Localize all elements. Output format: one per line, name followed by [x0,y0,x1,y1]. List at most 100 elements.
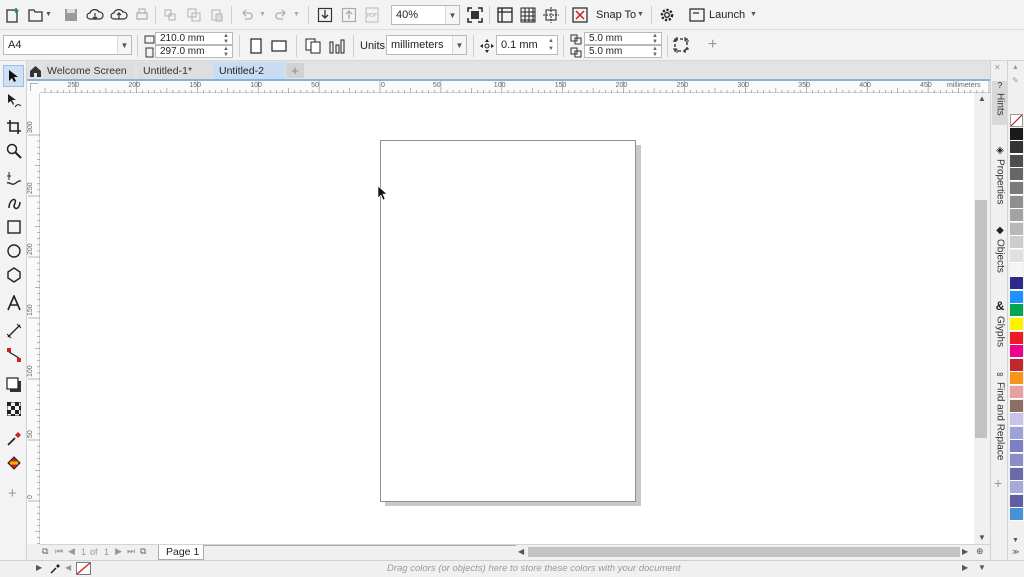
palette-menu-icon[interactable]: ≫ [1012,548,1019,556]
crop-tool-icon[interactable] [3,116,24,138]
current-page-icon[interactable] [328,37,346,55]
zoom-navigator-icon[interactable]: ⊕ [976,546,984,557]
new-document-icon[interactable] [4,6,22,24]
tab-glyphs[interactable]: & Glyphs [992,299,1008,347]
export-icon[interactable] [340,6,358,24]
tab-find-and-replace[interactable]: ∞ Find and Replace [992,369,1008,460]
palette-prev-icon[interactable]: ◀ [65,563,71,572]
shape-tool-icon[interactable] [3,90,24,112]
color-swatch[interactable] [1010,372,1023,386]
treat-as-filled-icon[interactable] [672,36,690,54]
color-swatch[interactable] [1010,263,1023,277]
color-swatch[interactable] [1010,114,1023,127]
page-tab[interactable]: Page 1 [158,545,204,560]
color-swatch[interactable] [1010,195,1023,209]
drawing-page[interactable] [380,140,636,502]
increment-icon[interactable]: ▲ [545,38,557,44]
duplicate-x-input[interactable]: 5.0 mm ▲ ▼ [584,32,662,45]
launch-icon[interactable] [688,6,706,24]
drop-shadow-icon[interactable] [3,374,24,396]
color-swatch[interactable] [1010,358,1023,372]
snap-dropdown-icon[interactable]: ▼ [637,11,644,18]
units-select[interactable]: millimeters ▼ [386,35,467,55]
undo-icon[interactable] [239,7,255,23]
full-screen-preview-icon[interactable] [466,6,484,24]
palette-next-icon[interactable]: ▶ [962,563,968,572]
show-grid-icon[interactable] [519,6,537,24]
color-swatch[interactable] [1010,426,1023,440]
snap-to-icon[interactable] [571,6,589,24]
color-swatch[interactable] [1010,494,1023,508]
close-icon[interactable]: ✕ [994,63,1001,72]
landscape-icon[interactable] [270,37,288,55]
print-icon[interactable] [134,7,150,23]
color-swatch[interactable] [1010,141,1023,155]
undo-dropdown-icon[interactable]: ▼ [259,11,266,18]
palette-scroll-down-icon[interactable]: ▼ [1012,537,1019,544]
decrement-icon[interactable]: ▼ [649,52,661,58]
paste-icon[interactable] [209,7,225,23]
next-page-icon[interactable]: ▶ [115,546,122,557]
vertical-ruler[interactable]: 300 250 200 150 100 50 0 [27,93,40,544]
no-color-swatch[interactable] [76,562,91,575]
add-tool-icon[interactable]: + [8,485,17,502]
first-page-icon[interactable]: ⏮ [55,546,63,557]
publish-pdf-icon[interactable]: PDF [363,6,381,24]
copy-icon[interactable] [186,7,202,23]
color-swatch[interactable] [1010,304,1023,318]
decrement-icon[interactable]: ▼ [545,46,557,52]
vertical-scroll-thumb[interactable] [975,200,987,438]
cloud-download-icon[interactable] [86,7,104,23]
ellipse-tool-icon[interactable] [3,240,24,262]
decrement-icon[interactable]: ▼ [220,52,232,58]
zoom-tool-icon[interactable] [3,140,24,162]
add-preset-icon[interactable]: + [708,36,717,54]
tab-properties[interactable]: ◈ Properties [992,145,1008,205]
horizontal-scroll-thumb[interactable] [528,547,960,557]
launch-label[interactable]: Launch [709,9,745,21]
color-swatch[interactable] [1010,209,1023,223]
ruler-origin-icon[interactable] [27,79,40,93]
show-guidelines-icon[interactable] [542,6,560,24]
tab-welcome-screen[interactable]: Welcome Screen [43,62,135,79]
color-swatch[interactable] [1010,481,1023,495]
color-swatch[interactable] [1010,508,1023,522]
portrait-icon[interactable] [247,37,265,55]
color-swatch[interactable] [1010,413,1023,427]
scroll-down-icon[interactable]: ▼ [978,533,986,542]
import-icon[interactable] [316,6,334,24]
color-swatch[interactable] [1010,127,1023,141]
home-icon[interactable] [27,63,43,78]
color-swatch[interactable] [1010,386,1023,399]
color-swatch[interactable] [1010,318,1023,331]
rectangle-tool-icon[interactable] [3,216,24,238]
page-size-select[interactable]: A4 ▼ [3,35,132,55]
text-tool-icon[interactable] [3,292,24,314]
color-swatch[interactable] [1010,236,1023,250]
gear-icon[interactable] [658,6,676,24]
last-page-icon[interactable]: ⏭ [127,546,135,557]
tab-objects[interactable]: ◆ Objects [992,225,1008,273]
color-swatch[interactable] [1010,331,1023,345]
eyedropper-icon[interactable] [3,428,24,450]
artistic-media-icon[interactable] [3,192,24,214]
add-page-before-icon[interactable]: ⧉ [42,546,48,557]
scroll-right-icon[interactable]: ▶ [962,547,968,556]
save-icon[interactable] [63,7,79,23]
interactive-fill-icon[interactable] [3,452,24,474]
parallel-dimension-icon[interactable] [3,320,24,342]
tab-untitled-2[interactable]: Untitled-2 [213,62,285,79]
color-swatch[interactable] [1010,399,1023,413]
freehand-tool-icon[interactable] [3,168,24,190]
zoom-level-select[interactable]: 40% ▼ [391,5,460,25]
new-tab-icon[interactable]: + [286,63,304,78]
color-swatch[interactable] [1010,168,1023,182]
palette-scroll-up-icon[interactable]: ▲ [1012,64,1019,71]
color-swatch[interactable] [1010,290,1023,304]
pick-tool-icon[interactable] [3,65,24,87]
palette-flyout-icon[interactable]: ▼ [978,563,986,572]
polygon-tool-icon[interactable] [3,264,24,286]
scroll-up-icon[interactable]: ▲ [978,94,986,103]
eyedropper-icon[interactable] [48,562,62,575]
add-page-after-icon[interactable]: ⧉ [140,546,146,557]
